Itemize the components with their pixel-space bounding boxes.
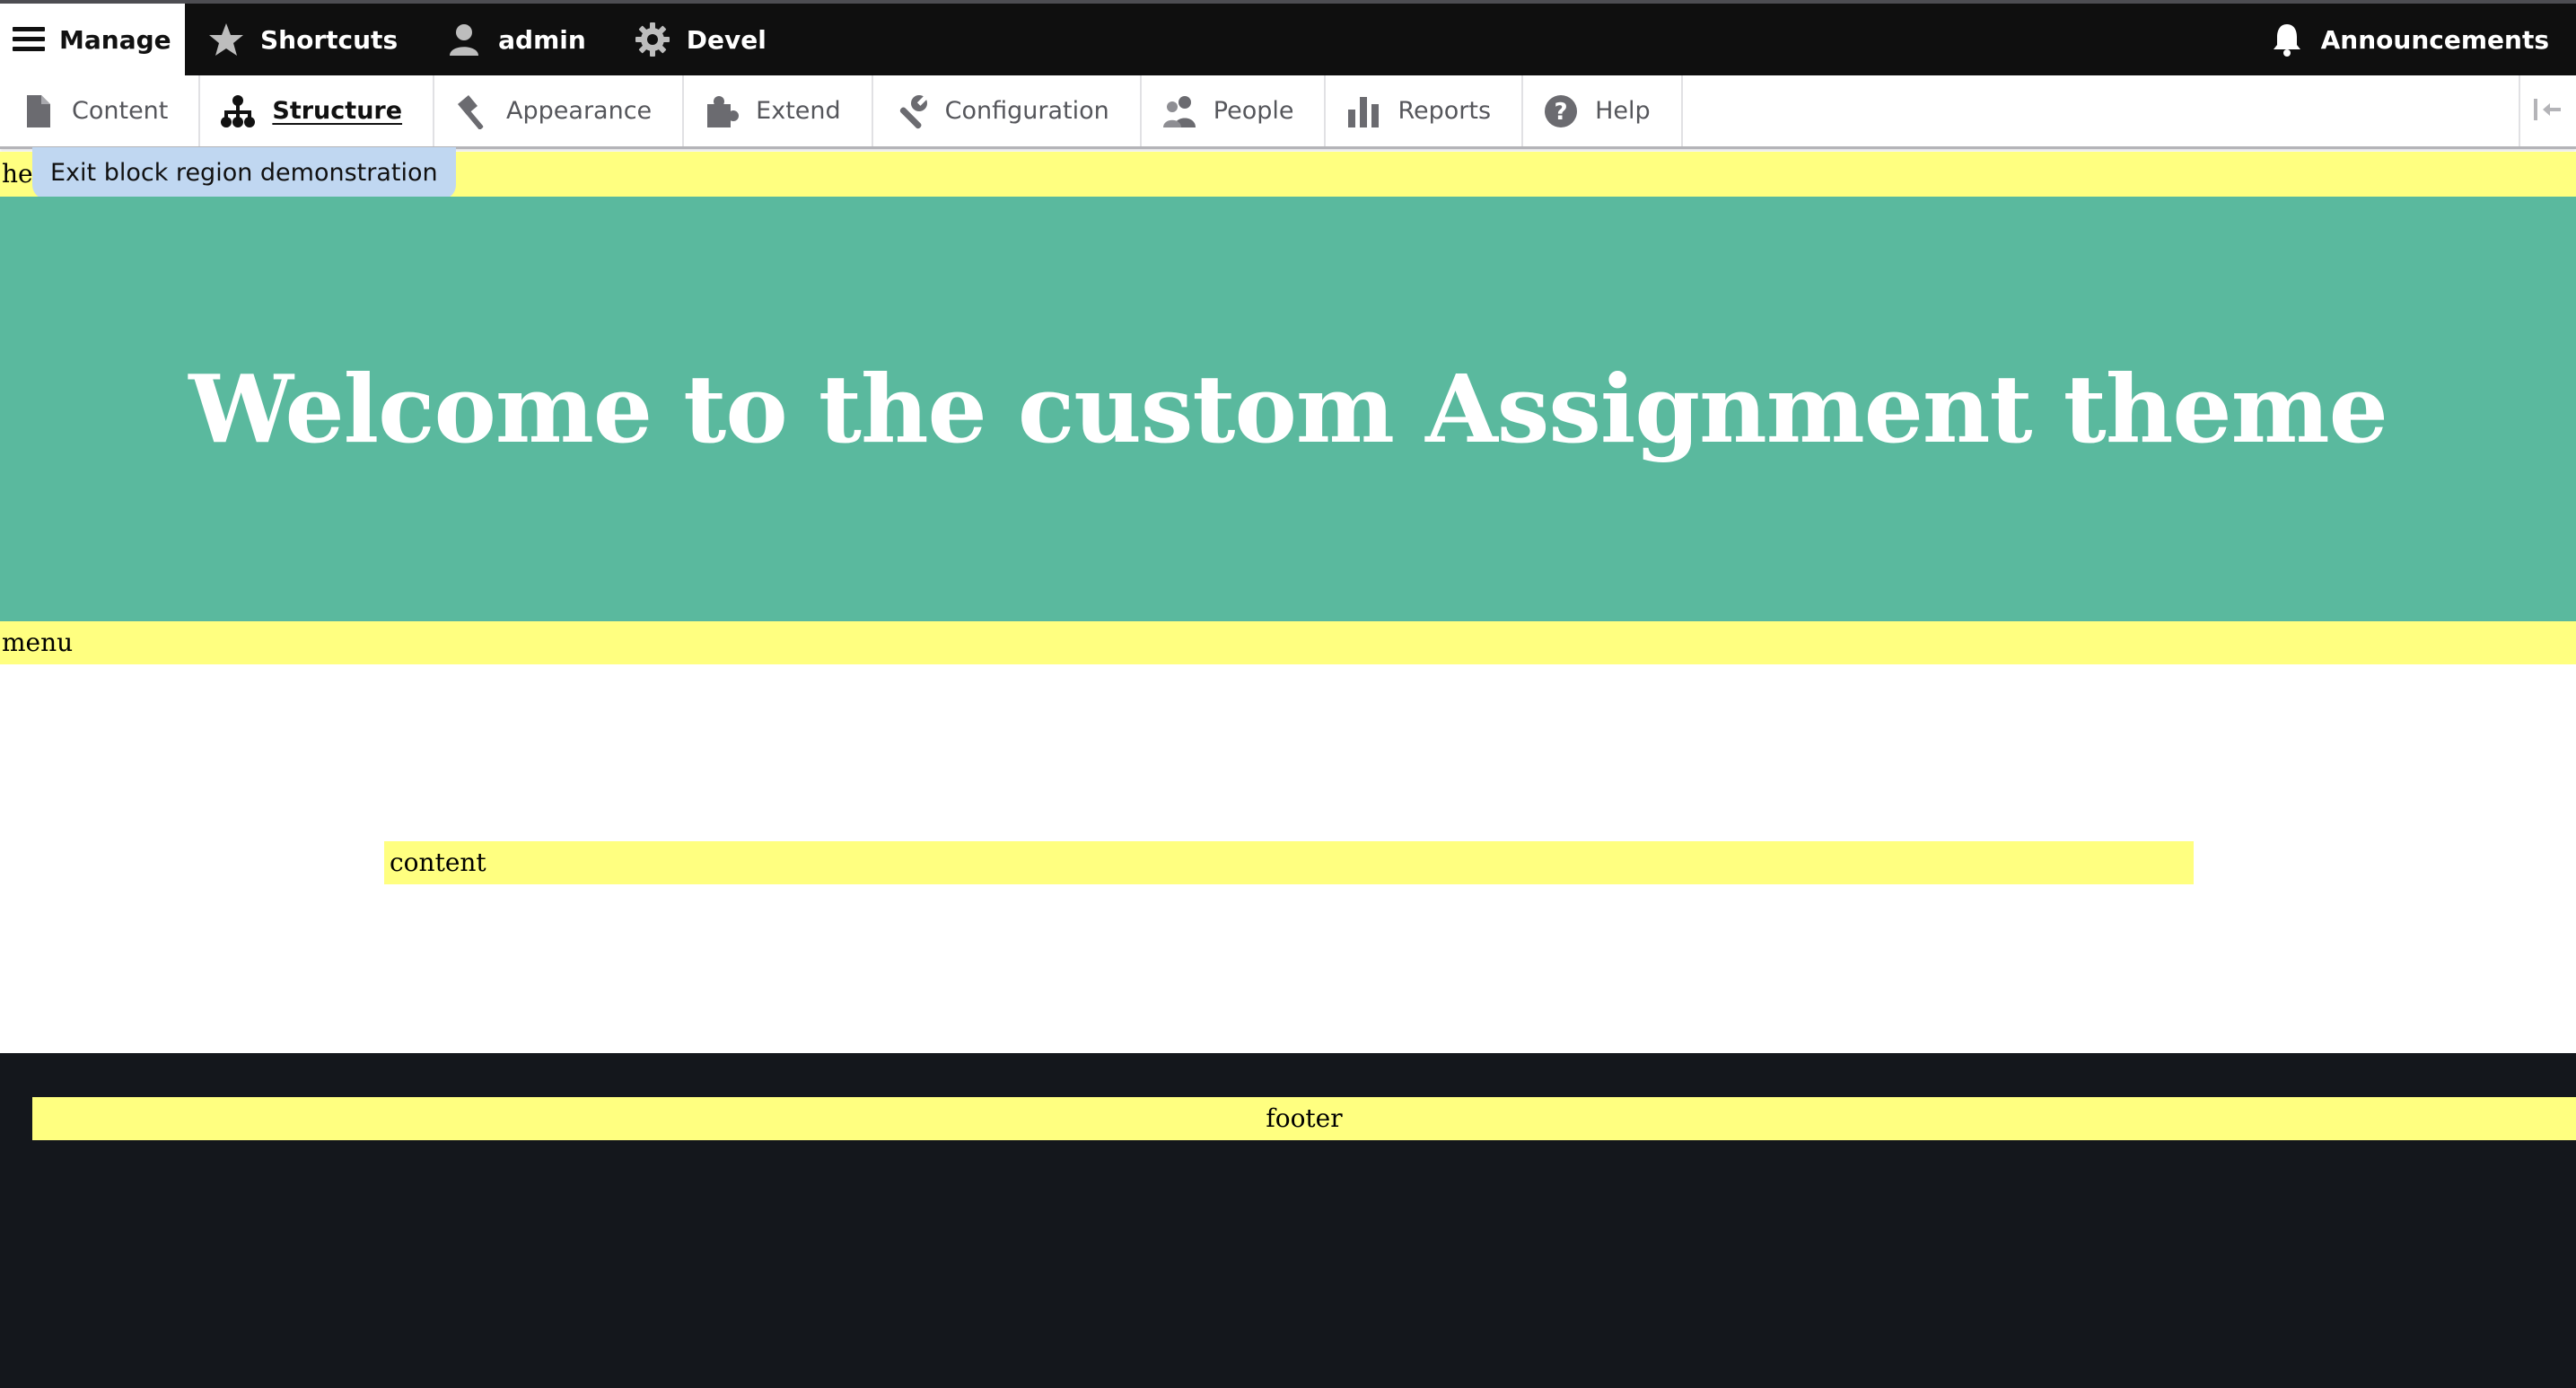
tray-item-help[interactable]: ? Help (1523, 75, 1683, 146)
exit-block-demo-label: Exit block region demonstration (50, 159, 438, 187)
page-footer: footer (0, 1053, 2576, 1388)
tray-item-reports[interactable]: Reports (1326, 75, 1524, 146)
tray-collapse-button[interactable] (2519, 75, 2576, 146)
user-icon (442, 18, 486, 61)
toolbar-shortcuts-label: Shortcuts (260, 24, 399, 55)
wrench-icon (889, 90, 933, 133)
tray-item-extend-label: Extend (756, 97, 841, 125)
toolbar-admin-label: admin (498, 24, 586, 55)
tray-item-structure-label: Structure (272, 97, 403, 125)
people-icon (1158, 90, 1201, 133)
admin-toolbar: Manage Shortcuts admin Devel Announcemen… (0, 0, 2576, 75)
tray-item-appearance[interactable]: Appearance (434, 75, 685, 146)
tray-item-people[interactable]: People (1142, 75, 1327, 146)
hamburger-icon (11, 18, 47, 61)
footer-region-label: footer (1266, 1103, 1343, 1133)
help-icon: ? (1539, 90, 1582, 133)
bar-chart-icon (1342, 90, 1385, 133)
collapse-left-icon (2530, 92, 2566, 131)
content-region-label: content (390, 848, 486, 877)
gear-icon (631, 18, 674, 61)
tray-item-help-label: Help (1595, 97, 1651, 125)
admin-tray: Content Structure Appearance Extend Conf… (0, 75, 2576, 149)
tray-item-content[interactable]: Content (0, 75, 201, 146)
toolbar-manage[interactable]: Manage (0, 4, 185, 75)
sitemap-icon (216, 90, 259, 133)
toolbar-manage-label: Manage (59, 24, 171, 55)
star-icon (205, 18, 248, 61)
banner-title: Welcome to the custom Assignment theme (188, 354, 2388, 464)
exit-block-demo-button[interactable]: Exit block region demonstration (32, 147, 456, 199)
tray-item-content-label: Content (72, 97, 169, 125)
paintbrush-icon (451, 90, 494, 133)
tray-item-people-label: People (1213, 97, 1294, 125)
tray-spacer (1683, 75, 2519, 146)
toolbar-shortcuts[interactable]: Shortcuts (185, 4, 423, 75)
content-region: content (384, 841, 2194, 884)
toolbar-announcements-label: Announcements (2320, 24, 2549, 55)
menu-region-label: menu (2, 628, 74, 657)
file-icon (16, 90, 59, 133)
tray-item-configuration[interactable]: Configuration (873, 75, 1142, 146)
toolbar-devel-label: Devel (686, 24, 767, 55)
footer-region: footer (32, 1097, 2576, 1140)
toolbar-devel[interactable]: Devel (611, 4, 792, 75)
tray-item-configuration-label: Configuration (944, 97, 1109, 125)
hero-banner: Welcome to the custom Assignment theme (0, 197, 2576, 621)
svg-text:?: ? (1555, 99, 1568, 126)
puzzle-icon (700, 90, 743, 133)
toolbar-admin[interactable]: admin (423, 4, 611, 75)
tray-item-appearance-label: Appearance (506, 97, 653, 125)
tray-item-extend[interactable]: Extend (684, 75, 873, 146)
tray-item-reports-label: Reports (1398, 97, 1492, 125)
bell-icon (2265, 18, 2309, 61)
toolbar-announcements[interactable]: Announcements (2246, 4, 2576, 75)
menu-region: menu (0, 621, 2576, 664)
tray-item-structure[interactable]: Structure (200, 75, 435, 146)
